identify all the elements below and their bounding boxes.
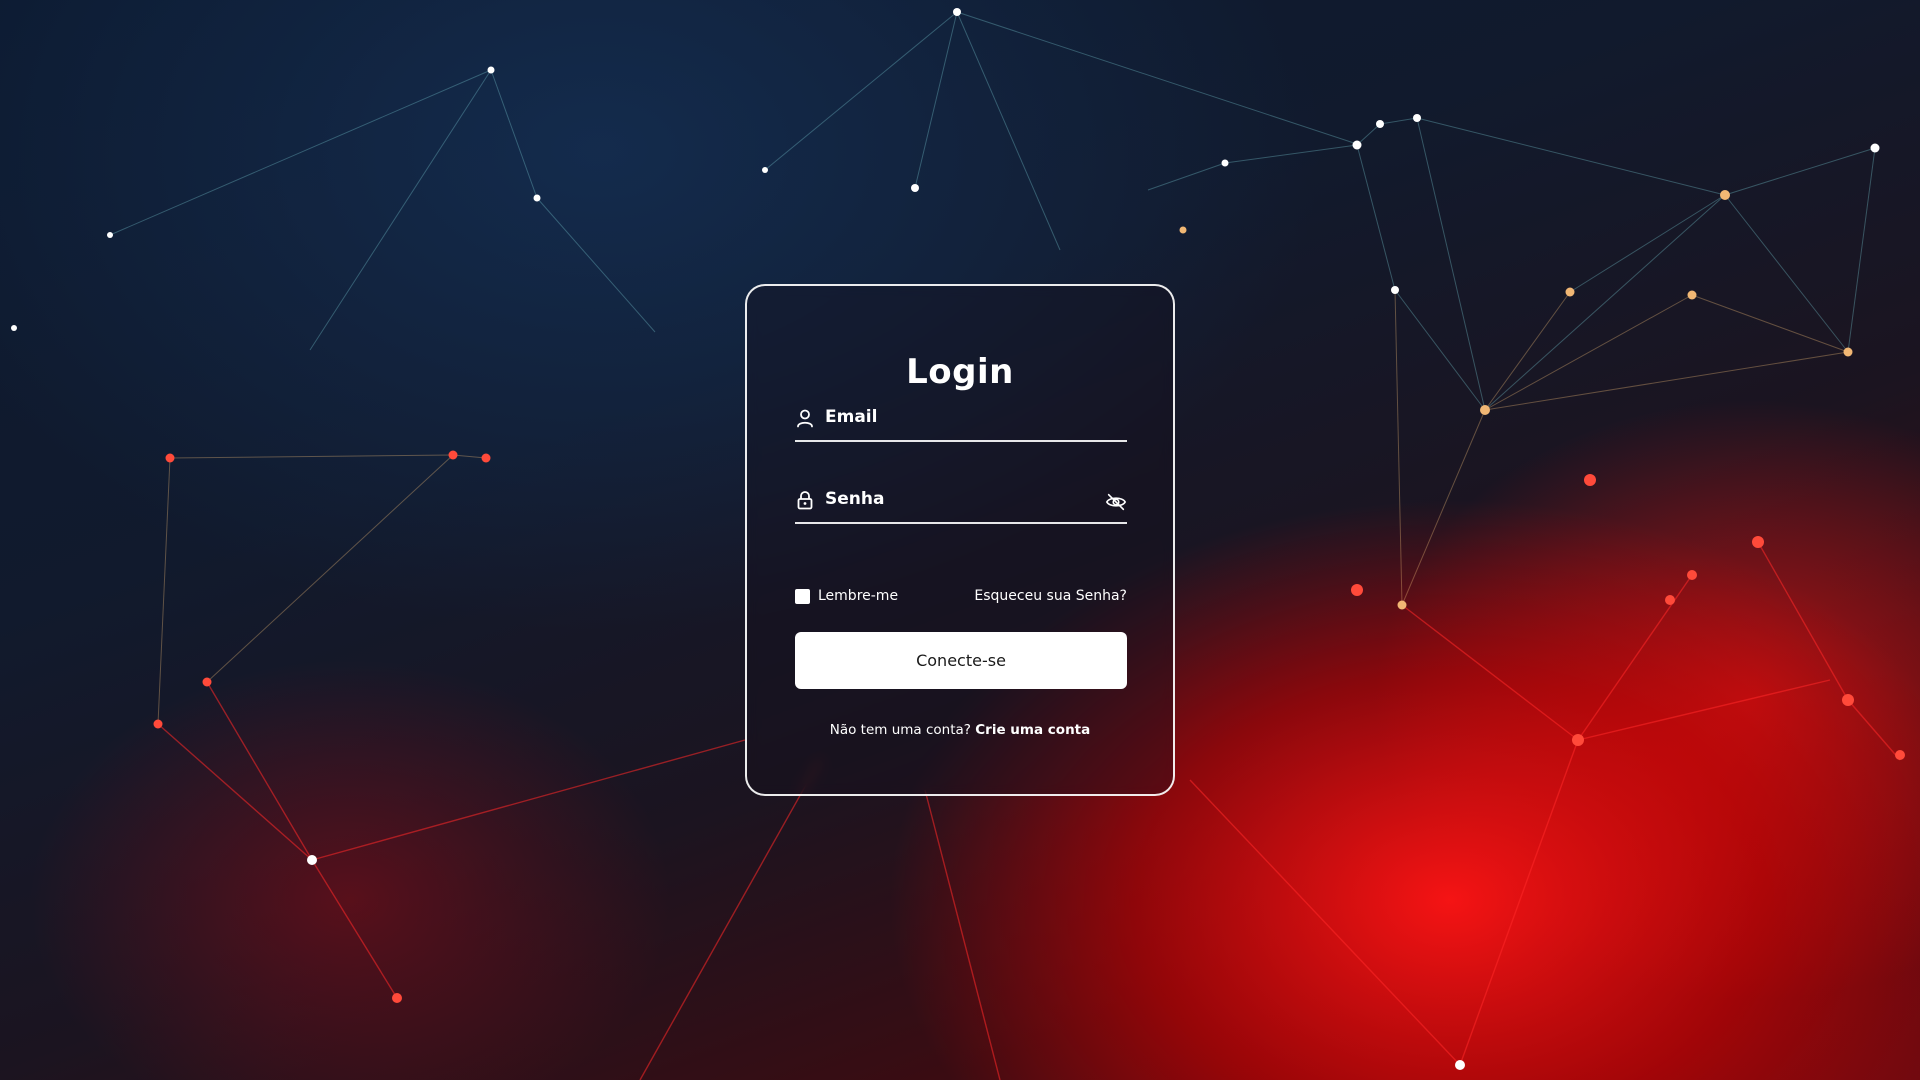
login-title: Login [906, 352, 1014, 392]
password-label: Senha [825, 489, 885, 509]
signup-prompt: Não tem uma conta? Crie uma conta [747, 722, 1173, 738]
user-icon [797, 409, 813, 428]
login-button[interactable]: Conecte-se [795, 632, 1127, 689]
email-label: Email [825, 407, 878, 427]
password-field[interactable]: Senha [795, 478, 1127, 524]
signup-prompt-text: Não tem uma conta? [829, 722, 971, 738]
remember-checkbox[interactable] [795, 589, 810, 604]
remember-label[interactable]: Lembre-me [818, 588, 898, 604]
email-field[interactable]: Email [795, 396, 1127, 442]
login-card: Login Email Senha Lembre-me Esqueceu sua… [745, 284, 1175, 796]
lock-icon [797, 491, 813, 510]
eye-slash-icon[interactable] [1105, 491, 1127, 513]
create-account-link[interactable]: Crie uma conta [975, 722, 1090, 738]
forgot-password-link[interactable]: Esqueceu sua Senha? [974, 588, 1127, 604]
options-row: Lembre-me Esqueceu sua Senha? [795, 586, 1127, 608]
